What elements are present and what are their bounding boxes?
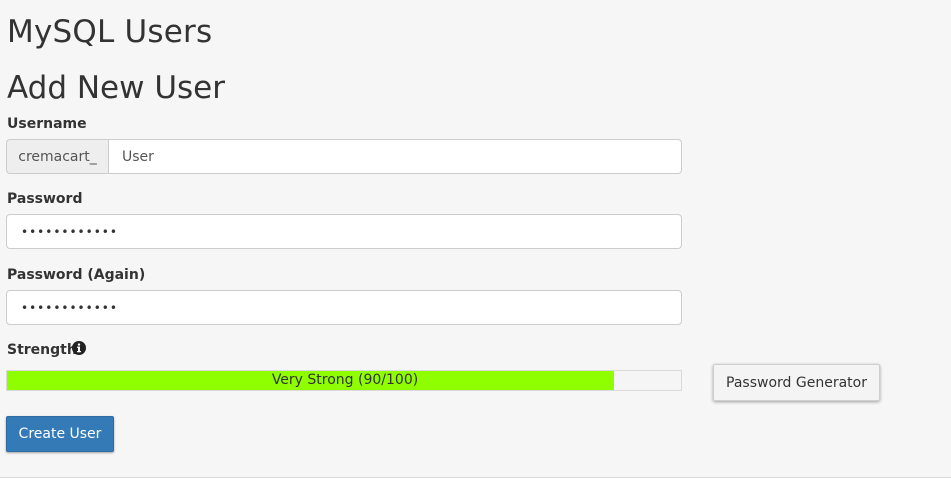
password-generator-button[interactable]: Password Generator bbox=[713, 364, 880, 401]
username-prefix: cremacart_ bbox=[6, 139, 108, 174]
password-input[interactable]: •••••••••••• bbox=[6, 214, 682, 249]
password-label: Password bbox=[7, 191, 83, 207]
password-again-input[interactable]: •••••••••••• bbox=[6, 290, 682, 325]
mysql-users-page: MySQL Users Add New User Username cremac… bbox=[0, 0, 951, 478]
create-user-button[interactable]: Create User bbox=[6, 416, 114, 452]
page-title: MySQL Users bbox=[7, 14, 213, 50]
section-title: Add New User bbox=[7, 70, 225, 106]
username-input[interactable]: User bbox=[108, 139, 682, 174]
password-strength-meter: Very Strong (90/100) bbox=[6, 370, 682, 391]
username-label: Username bbox=[7, 116, 87, 132]
strength-label: Strength bbox=[7, 342, 77, 358]
password-again-label: Password (Again) bbox=[7, 267, 146, 283]
info-circle-icon[interactable] bbox=[72, 341, 86, 355]
username-input-group: cremacart_ User bbox=[6, 139, 682, 174]
strength-text: Very Strong (90/100) bbox=[271, 372, 419, 388]
